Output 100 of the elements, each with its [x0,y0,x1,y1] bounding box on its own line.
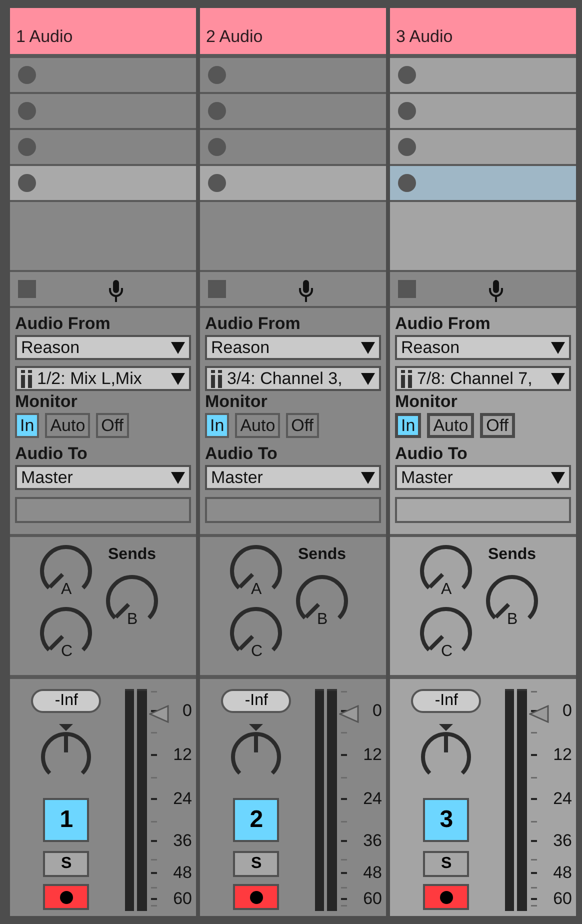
caret-icon [361,472,375,484]
caret-icon [361,342,375,354]
solo-button[interactable]: S [233,851,280,877]
scale-label: 24 [553,790,572,808]
clip-slot[interactable] [10,130,196,164]
sends-title: Sends [108,545,158,565]
scale-label: 48 [553,864,572,882]
clip-slot[interactable] [10,94,196,128]
section-label: Monitor [205,391,268,412]
scale-label: 60 [553,890,572,908]
clip-slot[interactable] [200,166,386,200]
clip-slot[interactable] [200,94,386,128]
input-type-dropdown[interactable]: Reason [15,335,191,360]
clip-slot[interactable] [200,58,386,92]
section-label: Audio To [205,443,278,464]
input-channel-dropdown[interactable]: 3/4: Channel 3, [205,366,381,391]
output-channel-field[interactable] [205,497,381,523]
scale-label: 12 [553,746,572,764]
slot-button[interactable] [18,66,36,84]
scale-label: 0 [372,702,382,720]
monitor-option[interactable]: Off [96,413,129,438]
monitor-option[interactable]: Off [480,413,515,438]
input-channel-dropdown[interactable]: 1/2: Mix L,Mix [15,366,191,391]
record-arm-button[interactable] [233,884,280,910]
scale-label: 48 [363,864,382,882]
slot-button[interactable] [18,138,36,156]
solo-button[interactable]: S [43,851,90,877]
output-channel-field[interactable] [395,497,571,523]
section-label: Audio From [395,313,492,334]
section-label: Monitor [15,391,78,412]
microphone-icon[interactable] [488,279,504,303]
monitor-option[interactable]: Auto [45,413,90,438]
slot-button[interactable] [208,102,226,120]
clip-slot[interactable] [200,130,386,164]
scale-label: 0 [562,702,572,720]
scale-label: 36 [553,832,572,850]
output-dropdown[interactable]: Master [15,465,191,490]
knob-label: A [251,581,262,599]
scale-label: 24 [363,790,382,808]
microphone-icon[interactable] [108,279,124,303]
clip-slot[interactable] [390,130,576,164]
scale-label: 24 [173,790,192,808]
scale-label: 48 [173,864,192,882]
caret-icon [171,472,185,484]
track-activator-button[interactable]: 3 [423,798,470,842]
track-title[interactable]: 2 Audio [200,8,386,54]
input-type-dropdown[interactable]: Reason [205,335,381,360]
monitor-option[interactable]: In [15,413,40,438]
caret-icon [171,372,185,384]
slot-button[interactable] [398,66,416,84]
track-activator-button[interactable]: 2 [233,798,280,842]
stereo-icon [21,370,33,388]
scale-label: 0 [182,702,192,720]
clip-slot[interactable] [390,94,576,128]
scale-label: 12 [173,746,192,764]
volume-fader-handle[interactable] [148,702,169,720]
clip-slot[interactable] [10,58,196,92]
knob-label: B [127,611,138,629]
track-title[interactable]: 3 Audio [390,8,576,54]
monitor-option[interactable]: In [395,413,422,438]
section-label: Audio To [15,443,88,464]
input-type-dropdown[interactable]: Reason [395,335,571,360]
monitor-option[interactable]: Auto [427,413,474,438]
clip-slot[interactable] [10,166,196,200]
stereo-icon [401,370,413,388]
slot-button[interactable] [398,138,416,156]
knob-label: C [441,643,453,661]
monitor-option[interactable]: Off [286,413,319,438]
track-activator-button[interactable]: 1 [43,798,90,842]
section-label: Audio From [15,313,112,334]
volume-fader-handle[interactable] [338,702,359,720]
monitor-option[interactable]: Auto [235,413,280,438]
slot-button[interactable] [18,102,36,120]
monitor-option[interactable]: In [205,413,230,438]
slot-button[interactable] [398,102,416,120]
output-dropdown[interactable]: Master [205,465,381,490]
output-dropdown[interactable]: Master [395,465,571,490]
clip-slot[interactable] [390,166,576,200]
track-title[interactable]: 1 Audio [10,8,196,54]
volume-fader-handle[interactable] [528,702,549,720]
record-arm-button[interactable] [43,884,90,910]
section-label: Audio To [395,443,468,464]
peak-level-display[interactable]: -Inf [411,689,482,713]
slot-button[interactable] [398,174,416,192]
slot-button[interactable] [208,66,226,84]
slot-button[interactable] [208,138,226,156]
knob-label: B [507,611,518,629]
scale-label: 36 [173,832,192,850]
clip-slot[interactable] [390,58,576,92]
slot-button[interactable] [18,174,36,192]
sends-title: Sends [488,545,538,565]
peak-level-display[interactable]: -Inf [31,689,102,713]
record-arm-button[interactable] [423,884,470,910]
slot-button[interactable] [208,174,226,192]
input-channel-dropdown[interactable]: 7/8: Channel 7, [395,366,571,391]
output-channel-field[interactable] [15,497,191,523]
microphone-icon[interactable] [298,279,314,303]
peak-level-display[interactable]: -Inf [221,689,292,713]
solo-button[interactable]: S [423,851,470,877]
caret-icon [361,372,375,384]
